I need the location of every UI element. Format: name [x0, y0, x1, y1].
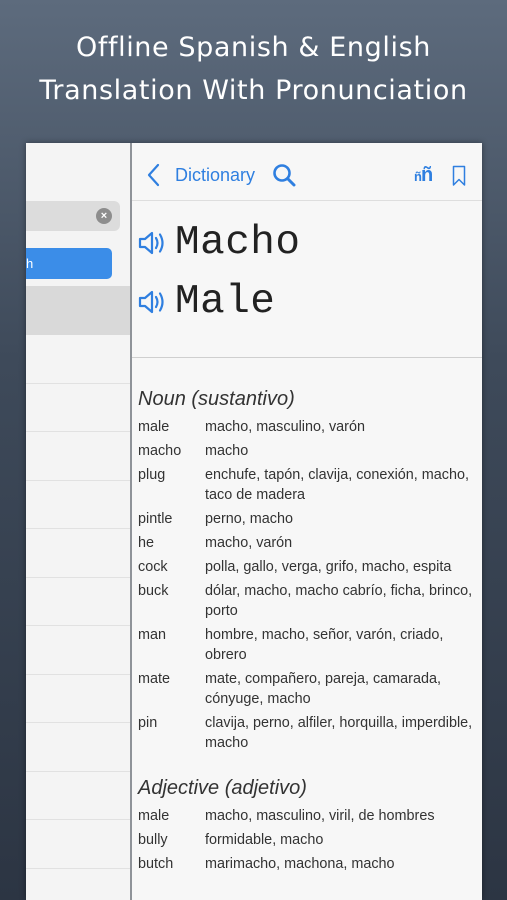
list-item[interactable] [26, 384, 130, 432]
translation-entry: pin clavija, perno, alfiler, horquilla, i… [138, 713, 478, 753]
spanish-translations: dólar, macho, macho cabrío, ficha, brinc… [205, 583, 473, 619]
translation-entry: mate mate, compañero, pareja, camarada, c… [138, 669, 478, 709]
list-item[interactable] [26, 772, 130, 820]
back-button-label[interactable]: Dictionary [175, 165, 255, 186]
spanish-headword: Macho [175, 220, 301, 266]
english-term: man [138, 627, 166, 643]
search-icon[interactable] [272, 163, 296, 187]
noun-section: Noun (sustantivo) male macho, masculino, … [138, 388, 478, 757]
navigation-bar: Dictionary ññ [132, 143, 482, 201]
english-headword-row: Male [138, 277, 275, 327]
speaker-icon[interactable] [138, 230, 168, 256]
translation-entry: bully formidable, macho [138, 830, 478, 850]
spanish-translations: enchufe, tapón, clavija, conexión, macho… [205, 467, 469, 503]
english-term: pintle [138, 511, 173, 527]
translation-entry: male macho, masculino, viril, de hombres [138, 806, 478, 826]
list-item[interactable] [26, 529, 130, 578]
english-term: he [138, 535, 155, 551]
english-term: butch [138, 856, 174, 872]
list-item[interactable] [26, 723, 130, 772]
spanish-headword-row: Macho [138, 218, 301, 268]
adjective-section: Adjective (adjetivo) male macho, masculin… [138, 777, 478, 878]
list-item[interactable] [26, 578, 130, 626]
promo-caption: Offline Spanish & English Translation Wi… [0, 26, 507, 112]
english-term: male [138, 419, 170, 435]
english-term: cock [138, 559, 168, 575]
english-headword: Male [175, 279, 276, 325]
english-term: macho [138, 443, 182, 459]
promo-line-1: Offline Spanish & English [76, 32, 431, 63]
selected-list-item[interactable] [26, 286, 130, 335]
spanish-translations: formidable, macho [205, 832, 324, 848]
promo-line-2: Translation With Pronunciation [39, 75, 468, 106]
segment-active[interactable]: h [26, 248, 112, 279]
list-item[interactable] [26, 626, 130, 675]
spanish-translations: marimacho, machona, macho [205, 856, 395, 872]
english-term: male [138, 808, 170, 824]
list-item[interactable] [26, 335, 130, 384]
translation-entry: pintle perno, macho [138, 509, 478, 529]
translation-entry: man hombre, macho, señor, varón, criado, … [138, 625, 478, 665]
spanish-translations: hombre, macho, señor, varón, criado, obr… [205, 627, 444, 663]
list-item[interactable] [26, 675, 130, 723]
spanish-translations: macho, masculino, varón [205, 419, 365, 435]
translation-entry: butch marimacho, machona, macho [138, 854, 478, 874]
spanish-translations: polla, gallo, verga, grifo, macho, espit… [205, 559, 452, 575]
spanish-translations: macho [205, 443, 249, 459]
translation-entry: plug enchufe, tapón, clavija, conexión, m… [138, 465, 478, 505]
english-term: plug [138, 467, 166, 483]
list-item[interactable] [26, 432, 130, 481]
spanish-translations: clavija, perno, alfiler, horquilla, impe… [205, 715, 473, 751]
bookmark-icon[interactable] [452, 165, 466, 187]
app-window: × h Dictionary ññ Macho Male Noun (susta… [26, 143, 482, 900]
list-item[interactable] [26, 481, 130, 529]
clear-search-icon[interactable]: × [96, 208, 112, 224]
spanish-translations: macho, varón [205, 535, 293, 551]
list-item[interactable] [26, 820, 130, 869]
translation-entry: cock polla, gallo, verga, grifo, macho, e… [138, 557, 478, 577]
translation-entry: he macho, varón [138, 533, 478, 553]
font-size-icon[interactable]: ññ [414, 164, 433, 187]
list-item[interactable] [26, 869, 130, 900]
translation-entry: buck dólar, macho, macho cabrío, ficha, b… [138, 581, 478, 621]
translation-entry: macho macho [138, 441, 478, 461]
spanish-translations: mate, compañero, pareja, camarada, cónyu… [205, 671, 441, 707]
spanish-translations: perno, macho [205, 511, 293, 527]
english-term: buck [138, 583, 169, 599]
speaker-icon[interactable] [138, 289, 168, 315]
english-term: bully [138, 832, 168, 848]
master-panel: × h [26, 143, 130, 900]
chevron-left-icon[interactable] [146, 163, 160, 187]
english-term: pin [138, 715, 158, 731]
divider-line [132, 357, 482, 358]
translation-entry: male macho, masculino, varón [138, 417, 478, 437]
section-heading: Adjective (adjetivo) [138, 777, 307, 799]
detail-panel: Dictionary ññ Macho Male Noun (sustantiv… [132, 143, 482, 900]
spanish-translations: macho, masculino, viril, de hombres [205, 808, 435, 824]
section-heading: Noun (sustantivo) [138, 388, 295, 410]
word-list [26, 335, 130, 900]
english-term: mate [138, 671, 170, 687]
